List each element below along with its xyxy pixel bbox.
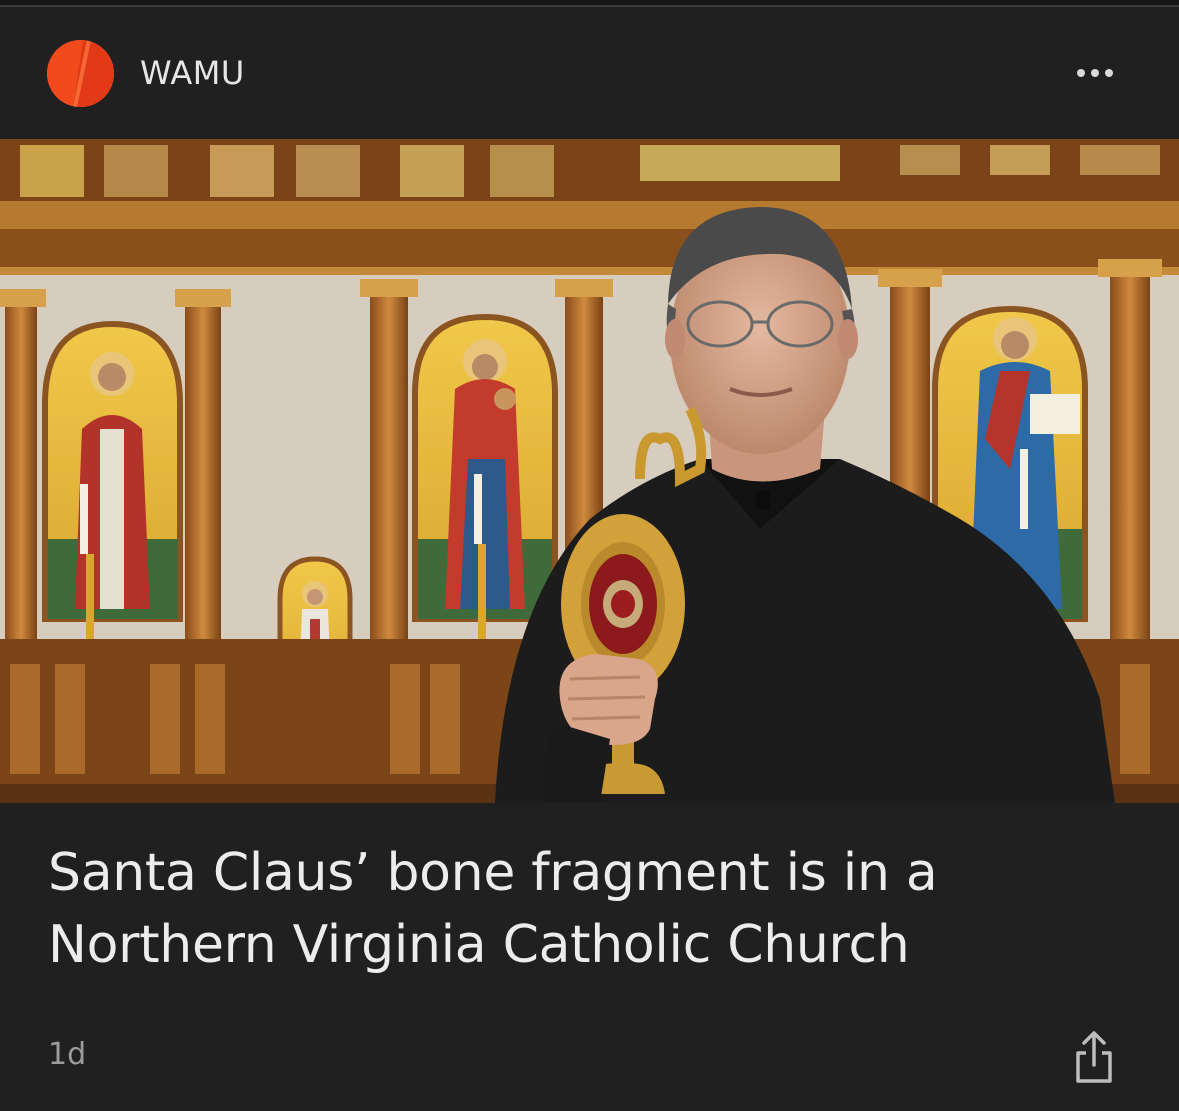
article-age: 1d bbox=[48, 1037, 87, 1072]
article-photo[interactable] bbox=[0, 139, 1179, 803]
article-headline[interactable]: Santa Claus’ bone fragment is in a North… bbox=[48, 837, 1128, 981]
more-horizontal-icon bbox=[1077, 69, 1113, 77]
share-icon bbox=[1076, 1031, 1112, 1083]
top-divider bbox=[0, 0, 1179, 7]
wamu-logo-icon[interactable] bbox=[47, 40, 114, 107]
source-name[interactable]: WAMU bbox=[140, 55, 245, 91]
more-options-button[interactable] bbox=[1068, 57, 1122, 89]
news-card[interactable]: WAMU Santa Claus’ bone fragment is in a … bbox=[0, 7, 1179, 1111]
share-button[interactable] bbox=[1070, 1029, 1118, 1085]
card-header: WAMU bbox=[0, 7, 1179, 139]
